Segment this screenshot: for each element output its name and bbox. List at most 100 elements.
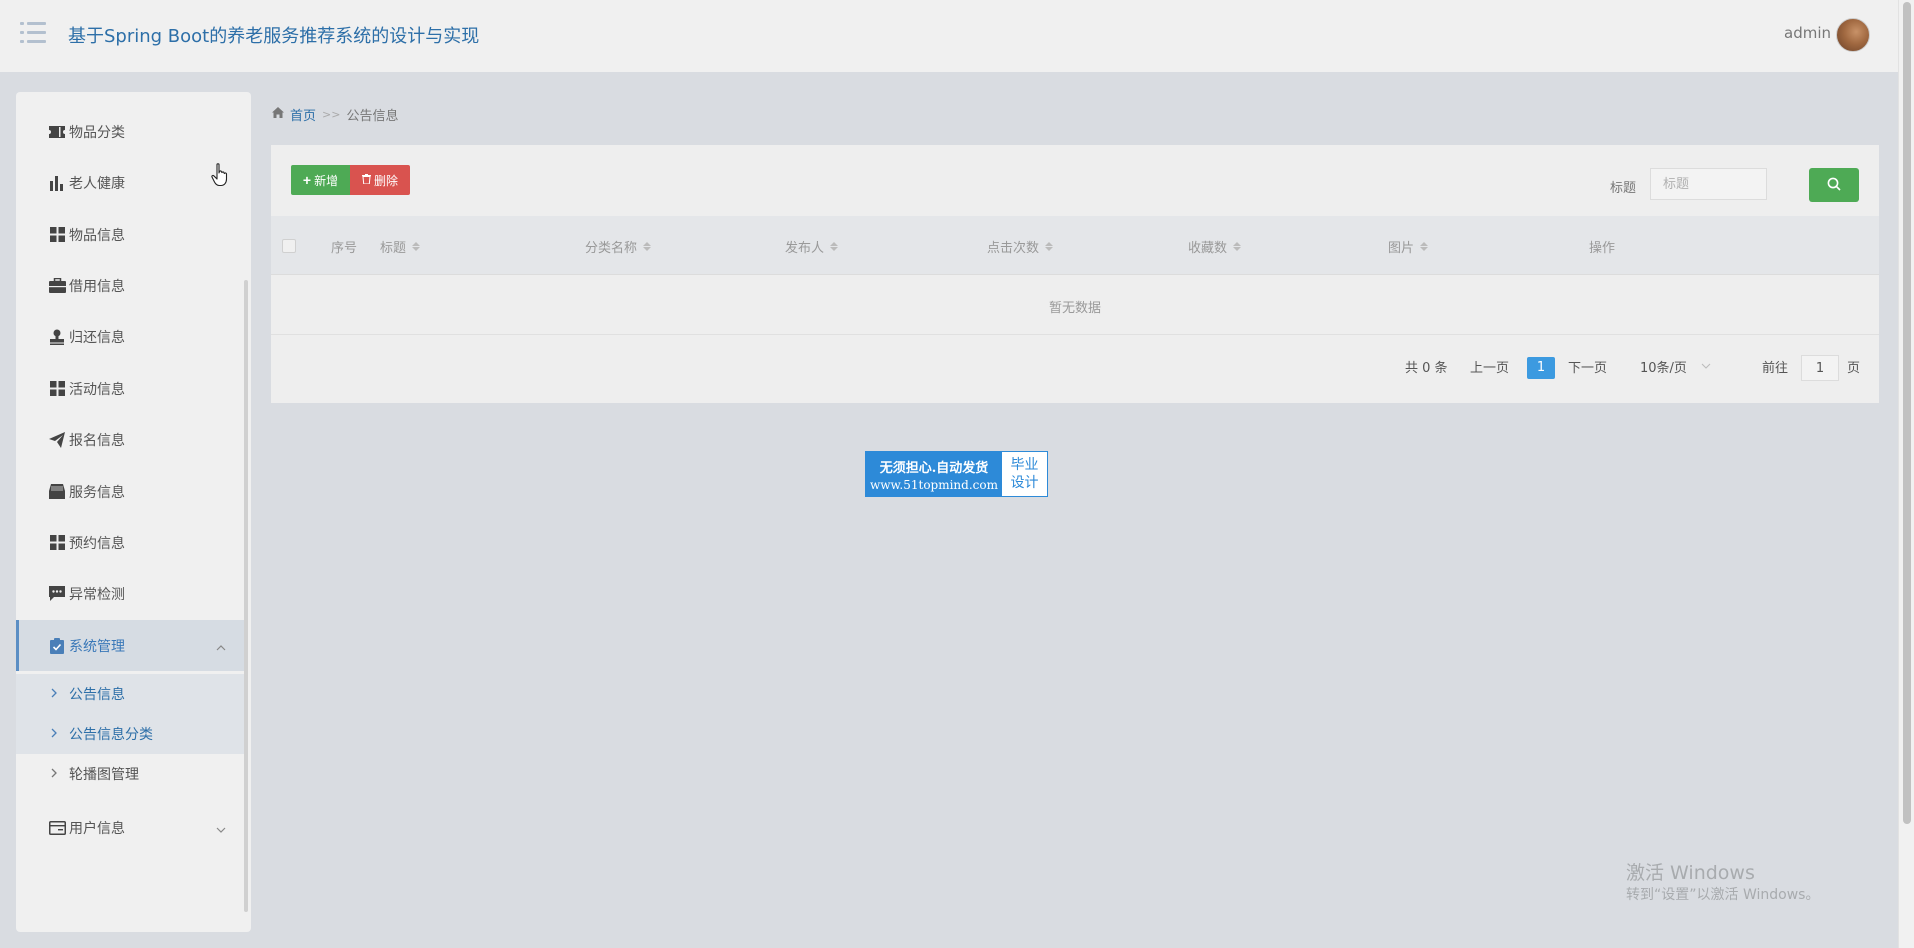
title-search-input[interactable] [1650, 168, 1767, 200]
avatar[interactable] [1836, 18, 1870, 52]
sort-icon[interactable] [1045, 242, 1054, 251]
sidebar-item-activity-info[interactable]: 活动信息 [16, 363, 244, 414]
sidebar-scrollbar[interactable] [244, 280, 248, 912]
delete-button[interactable]: 删除 [350, 165, 410, 195]
sidebar-item-anomaly-detection[interactable]: 异常检测 [16, 568, 244, 619]
sidebar-item-goods-info[interactable]: 物品信息 [16, 209, 244, 260]
chevron-up-icon [216, 641, 226, 651]
page-size-select[interactable]: 10条/页 [1640, 357, 1711, 376]
sidebar-item-reservation-info[interactable]: 预约信息 [16, 517, 244, 568]
sidebar-item-return-info[interactable]: 归还信息 [16, 311, 244, 362]
chevron-right-icon [50, 767, 58, 781]
pagination-goto-input[interactable] [1801, 355, 1839, 381]
hand-cursor-icon [211, 163, 229, 187]
main-panel: + 新增 删除 标题 序号 标题 分类名称 发布人 点击次数 收藏数 图片 操作… [271, 145, 1879, 403]
select-all-checkbox[interactable] [282, 239, 296, 253]
windows-activation-hint: 转到“设置”以激活 Windows。 [1626, 887, 1820, 903]
ad-badge[interactable]: 无须担心.自动发货 www.51topmind.com 毕业 设计 [865, 451, 1048, 497]
column-header-clicks[interactable]: 点击次数 [987, 237, 1054, 256]
sort-icon[interactable] [830, 242, 839, 251]
home-icon [272, 107, 284, 122]
pagination-goto-label: 前往 [1762, 361, 1789, 376]
search-label: 标题 [1610, 181, 1637, 196]
pagination-next[interactable]: 下一页 [1568, 357, 1607, 376]
windows-activation-title: 激活 Windows [1626, 862, 1755, 884]
column-header-favorites[interactable]: 收藏数 [1188, 237, 1242, 256]
chevron-right-icon [50, 687, 58, 701]
paper-plane-icon [48, 431, 66, 449]
sidebar-item-goods-category[interactable]: 物品分类 [16, 106, 244, 157]
sidebar-item-borrow-info[interactable]: 借用信息 [16, 260, 244, 311]
top-header: 基于Spring Boot的养老服务推荐系统的设计与实现 admin [0, 0, 1898, 72]
sidebar-item-user-info[interactable]: 用户信息 [16, 802, 244, 853]
delete-button-label: 删除 [373, 173, 398, 188]
column-header-publisher[interactable]: 发布人 [785, 237, 839, 256]
chevron-down-icon [1701, 359, 1711, 374]
sidebar-item-elder-health[interactable]: 老人健康 [16, 157, 244, 208]
stamp-icon [48, 328, 66, 346]
sidebar-item-label: 系统管理 [69, 638, 125, 655]
sidebar-item-label: 借用信息 [69, 278, 125, 295]
bar-chart-icon [48, 174, 66, 192]
pagination-current-page[interactable]: 1 [1527, 357, 1555, 379]
plus-icon: + [302, 172, 312, 188]
sidebar-subitem-label: 公告信息 [69, 687, 125, 703]
pagination-total: 共 0 条 [1405, 361, 1448, 376]
sidebar-subitem-label: 轮播图管理 [69, 767, 139, 783]
column-header-title[interactable]: 标题 [380, 237, 421, 256]
column-header-image[interactable]: 图片 [1388, 237, 1429, 256]
sidebar: 物品分类 老人健康 物品信息 借用信息 归还信息 活动信息 报名信息 服务信息 … [16, 92, 251, 932]
sort-icon[interactable] [1233, 242, 1242, 251]
column-header-index: 序号 [331, 241, 358, 256]
empty-text: 暂无数据 [1048, 301, 1101, 316]
sidebar-subitem-carousel-management[interactable]: 轮播图管理 [16, 754, 244, 794]
ad-right2: 设计 [1010, 475, 1039, 491]
sort-icon[interactable] [1420, 242, 1429, 251]
grid-icon [48, 534, 66, 552]
page-size-value: 10条/页 [1640, 361, 1687, 376]
sidebar-item-label: 老人健康 [69, 175, 125, 192]
ad-line2: www.51topmind.com [870, 477, 998, 492]
table-empty-row: 暂无数据 [271, 275, 1879, 335]
breadcrumb-current: 公告信息 [346, 109, 399, 124]
sidebar-item-service-info[interactable]: 服务信息 [16, 466, 244, 517]
briefcase-icon [48, 277, 66, 295]
search-icon [1827, 177, 1841, 194]
pagination-page-suffix: 页 [1847, 361, 1861, 376]
sidebar-item-label: 服务信息 [69, 484, 125, 501]
search-button[interactable] [1809, 168, 1859, 202]
sidebar-item-label: 报名信息 [69, 432, 125, 449]
breadcrumb-home[interactable]: 首页 [290, 105, 316, 124]
grid-icon [48, 226, 66, 244]
user-name[interactable]: admin [1784, 24, 1831, 42]
chevron-right-icon [50, 727, 58, 741]
ad-badge-right: 毕业 设计 [1002, 452, 1047, 496]
sidebar-item-label: 预约信息 [69, 535, 125, 552]
sort-icon[interactable] [643, 242, 652, 251]
sidebar-item-label: 物品分类 [69, 124, 125, 141]
sidebar-item-label: 归还信息 [69, 329, 125, 346]
sort-icon[interactable] [412, 242, 421, 251]
sidebar-item-signup-info[interactable]: 报名信息 [16, 414, 244, 465]
ad-badge-left: 无须担心.自动发货 www.51topmind.com [866, 452, 1002, 496]
ticket-icon [48, 123, 66, 141]
grid-icon [48, 380, 66, 398]
breadcrumb-separator: >> [322, 108, 341, 121]
add-button-label: 新增 [314, 173, 339, 188]
app-title: 基于Spring Boot的养老服务推荐系统的设计与实现 [68, 26, 480, 47]
sidebar-subitem-notice-category[interactable]: 公告信息分类 [16, 714, 244, 754]
pagination-prev[interactable]: 上一页 [1470, 357, 1509, 376]
chevron-down-icon [216, 823, 226, 833]
sidebar-subitem-notice-info[interactable]: 公告信息 [16, 674, 244, 714]
sidebar-item-label: 物品信息 [69, 227, 125, 244]
menu-toggle-icon[interactable] [20, 22, 46, 44]
id-card-icon [48, 819, 66, 837]
comment-icon [48, 585, 66, 603]
page-scrollbar-thumb[interactable] [1903, 2, 1911, 824]
column-header-category[interactable]: 分类名称 [585, 237, 652, 256]
page-scrollbar[interactable] [1898, 0, 1914, 948]
sidebar-item-label: 异常检测 [69, 586, 125, 603]
trash-icon [361, 173, 371, 187]
add-button[interactable]: + 新增 [291, 165, 350, 195]
sidebar-item-system-management[interactable]: 系统管理 [16, 620, 244, 671]
